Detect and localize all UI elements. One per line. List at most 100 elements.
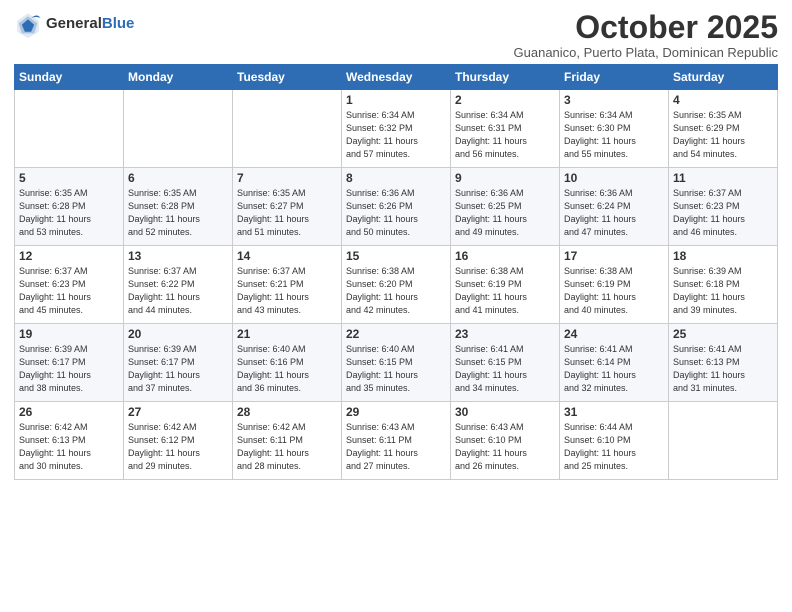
day-number: 16: [455, 249, 555, 263]
day-info: Sunrise: 6:37 AM Sunset: 6:22 PM Dayligh…: [128, 265, 228, 317]
calendar-cell: 21 Sunrise: 6:40 AM Sunset: 6:16 PM Dayli…: [233, 324, 342, 402]
day-number: 17: [564, 249, 664, 263]
day-number: 29: [346, 405, 446, 419]
day-info: Sunrise: 6:40 AM Sunset: 6:15 PM Dayligh…: [346, 343, 446, 395]
day-number: 19: [19, 327, 119, 341]
day-number: 1: [346, 93, 446, 107]
day-number: 18: [673, 249, 773, 263]
calendar-cell: 28 Sunrise: 6:42 AM Sunset: 6:11 PM Dayli…: [233, 402, 342, 480]
col-thursday: Thursday: [451, 65, 560, 90]
day-info: Sunrise: 6:38 AM Sunset: 6:19 PM Dayligh…: [564, 265, 664, 317]
calendar-cell: 4 Sunrise: 6:35 AM Sunset: 6:29 PM Daylig…: [669, 90, 778, 168]
col-sunday: Sunday: [15, 65, 124, 90]
calendar-week-3: 12Sunrise: 6:37 AM Sunset: 6:23 PM Dayli…: [15, 246, 778, 324]
day-info: Sunrise: 6:35 AM Sunset: 6:27 PM Dayligh…: [237, 187, 337, 239]
calendar-cell: 17 Sunrise: 6:38 AM Sunset: 6:19 PM Dayli…: [560, 246, 669, 324]
day-info: Sunrise: 6:36 AM Sunset: 6:24 PM Dayligh…: [564, 187, 664, 239]
calendar-cell: 31 Sunrise: 6:44 AM Sunset: 6:10 PM Dayli…: [560, 402, 669, 480]
calendar-cell: 7 Sunrise: 6:35 AM Sunset: 6:27 PM Daylig…: [233, 168, 342, 246]
day-number: 13: [128, 249, 228, 263]
calendar-cell: 29 Sunrise: 6:43 AM Sunset: 6:11 PM Dayli…: [342, 402, 451, 480]
header-row: Sunday Monday Tuesday Wednesday Thursday…: [15, 65, 778, 90]
day-number: 20: [128, 327, 228, 341]
logo: GeneralBlue: [14, 10, 134, 38]
calendar-cell: 22 Sunrise: 6:40 AM Sunset: 6:15 PM Dayli…: [342, 324, 451, 402]
calendar-cell: 14 Sunrise: 6:37 AM Sunset: 6:21 PM Dayli…: [233, 246, 342, 324]
day-info: Sunrise: 6:37 AM Sunset: 6:23 PM Dayligh…: [673, 187, 773, 239]
month-title: October 2025: [514, 10, 778, 45]
logo-general: General: [46, 15, 102, 32]
day-number: 26: [19, 405, 119, 419]
calendar-cell: 13 Sunrise: 6:37 AM Sunset: 6:22 PM Dayli…: [124, 246, 233, 324]
day-number: 6: [128, 171, 228, 185]
calendar-cell: [669, 402, 778, 480]
day-number: 9: [455, 171, 555, 185]
day-info: Sunrise: 6:38 AM Sunset: 6:20 PM Dayligh…: [346, 265, 446, 317]
day-number: 4: [673, 93, 773, 107]
day-info: Sunrise: 6:41 AM Sunset: 6:15 PM Dayligh…: [455, 343, 555, 395]
calendar-cell: 1 Sunrise: 6:34 AM Sunset: 6:32 PM Daylig…: [342, 90, 451, 168]
col-monday: Monday: [124, 65, 233, 90]
calendar-cell: 10 Sunrise: 6:36 AM Sunset: 6:24 PM Dayli…: [560, 168, 669, 246]
day-number: 10: [564, 171, 664, 185]
day-number: 5: [19, 171, 119, 185]
calendar-cell: 27 Sunrise: 6:42 AM Sunset: 6:12 PM Dayli…: [124, 402, 233, 480]
day-number: 28: [237, 405, 337, 419]
day-number: 27: [128, 405, 228, 419]
day-number: 30: [455, 405, 555, 419]
day-info: Sunrise: 6:41 AM Sunset: 6:14 PM Dayligh…: [564, 343, 664, 395]
day-info: Sunrise: 6:35 AM Sunset: 6:28 PM Dayligh…: [128, 187, 228, 239]
day-number: 14: [237, 249, 337, 263]
day-number: 31: [564, 405, 664, 419]
day-number: 3: [564, 93, 664, 107]
day-info: Sunrise: 6:36 AM Sunset: 6:26 PM Dayligh…: [346, 187, 446, 239]
day-number: 23: [455, 327, 555, 341]
day-info: Sunrise: 6:37 AM Sunset: 6:21 PM Dayligh…: [237, 265, 337, 317]
day-info: Sunrise: 6:34 AM Sunset: 6:31 PM Dayligh…: [455, 109, 555, 161]
calendar-cell: 2Sunrise: 6:34 AM Sunset: 6:31 PM Daylig…: [451, 90, 560, 168]
day-info: Sunrise: 6:40 AM Sunset: 6:16 PM Dayligh…: [237, 343, 337, 395]
logo-text: GeneralBlue: [46, 15, 134, 33]
day-number: 15: [346, 249, 446, 263]
calendar-cell: [233, 90, 342, 168]
day-info: Sunrise: 6:36 AM Sunset: 6:25 PM Dayligh…: [455, 187, 555, 239]
day-number: 21: [237, 327, 337, 341]
title-block: October 2025 Guananico, Puerto Plata, Do…: [514, 10, 778, 60]
calendar-week-1: 1 Sunrise: 6:34 AM Sunset: 6:32 PM Daylig…: [15, 90, 778, 168]
calendar-cell: 12Sunrise: 6:37 AM Sunset: 6:23 PM Dayli…: [15, 246, 124, 324]
calendar-week-4: 19Sunrise: 6:39 AM Sunset: 6:17 PM Dayli…: [15, 324, 778, 402]
logo-icon: [14, 10, 42, 38]
day-number: 7: [237, 171, 337, 185]
calendar-cell: 24 Sunrise: 6:41 AM Sunset: 6:14 PM Dayli…: [560, 324, 669, 402]
day-number: 8: [346, 171, 446, 185]
logo-blue: Blue: [102, 15, 135, 32]
calendar-cell: 16 Sunrise: 6:38 AM Sunset: 6:19 PM Dayli…: [451, 246, 560, 324]
day-number: 11: [673, 171, 773, 185]
day-info: Sunrise: 6:37 AM Sunset: 6:23 PM Dayligh…: [19, 265, 119, 317]
day-info: Sunrise: 6:43 AM Sunset: 6:11 PM Dayligh…: [346, 421, 446, 473]
calendar-week-5: 26Sunrise: 6:42 AM Sunset: 6:13 PM Dayli…: [15, 402, 778, 480]
day-info: Sunrise: 6:38 AM Sunset: 6:19 PM Dayligh…: [455, 265, 555, 317]
calendar-cell: 30Sunrise: 6:43 AM Sunset: 6:10 PM Dayli…: [451, 402, 560, 480]
day-info: Sunrise: 6:42 AM Sunset: 6:11 PM Dayligh…: [237, 421, 337, 473]
day-info: Sunrise: 6:34 AM Sunset: 6:30 PM Dayligh…: [564, 109, 664, 161]
day-info: Sunrise: 6:42 AM Sunset: 6:12 PM Dayligh…: [128, 421, 228, 473]
calendar-table: Sunday Monday Tuesday Wednesday Thursday…: [14, 64, 778, 480]
day-number: 22: [346, 327, 446, 341]
calendar-cell: 25Sunrise: 6:41 AM Sunset: 6:13 PM Dayli…: [669, 324, 778, 402]
calendar-week-2: 5 Sunrise: 6:35 AM Sunset: 6:28 PM Daylig…: [15, 168, 778, 246]
calendar-cell: 26Sunrise: 6:42 AM Sunset: 6:13 PM Dayli…: [15, 402, 124, 480]
calendar-cell: 23 Sunrise: 6:41 AM Sunset: 6:15 PM Dayli…: [451, 324, 560, 402]
calendar-cell: 8 Sunrise: 6:36 AM Sunset: 6:26 PM Daylig…: [342, 168, 451, 246]
day-info: Sunrise: 6:35 AM Sunset: 6:29 PM Dayligh…: [673, 109, 773, 161]
day-number: 24: [564, 327, 664, 341]
calendar-cell: 15 Sunrise: 6:38 AM Sunset: 6:20 PM Dayli…: [342, 246, 451, 324]
calendar-cell: [15, 90, 124, 168]
day-info: Sunrise: 6:44 AM Sunset: 6:10 PM Dayligh…: [564, 421, 664, 473]
subtitle: Guananico, Puerto Plata, Dominican Repub…: [514, 45, 778, 60]
header: GeneralBlue October 2025 Guananico, Puer…: [14, 10, 778, 60]
day-info: Sunrise: 6:34 AM Sunset: 6:32 PM Dayligh…: [346, 109, 446, 161]
col-saturday: Saturday: [669, 65, 778, 90]
calendar-cell: 9 Sunrise: 6:36 AM Sunset: 6:25 PM Daylig…: [451, 168, 560, 246]
col-tuesday: Tuesday: [233, 65, 342, 90]
